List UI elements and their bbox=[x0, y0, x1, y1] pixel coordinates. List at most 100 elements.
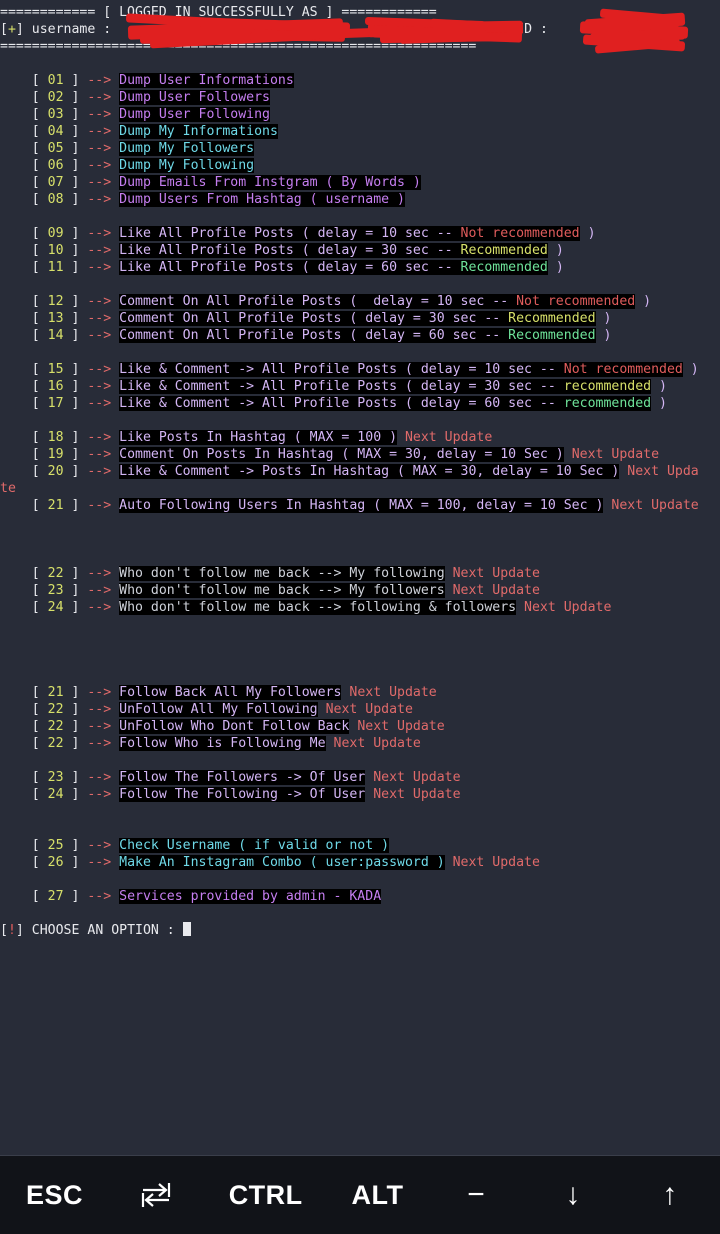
menu-item[interactable]: [ 22 ] --> Who don't follow me back --> … bbox=[0, 565, 720, 582]
menu-item-number: 23 bbox=[47, 583, 64, 598]
menu-bracket-open: [ bbox=[0, 192, 48, 207]
menu-item[interactable]: [ 21 ] --> Auto Following Users In Hasht… bbox=[0, 497, 720, 514]
menu-arrow-icon: --> bbox=[87, 107, 120, 122]
menu-item[interactable]: [ 03 ] --> Dump User Following bbox=[0, 106, 720, 123]
menu-item[interactable]: [ 20 ] --> Like & Comment -> Posts In Ha… bbox=[0, 463, 720, 480]
redaction-stroke bbox=[399, 32, 511, 44]
menu-item[interactable]: [ 26 ] --> Make An Instagram Combo ( use… bbox=[0, 854, 720, 871]
menu-item-next-update-badge: Next Update bbox=[341, 685, 437, 700]
key-label: − bbox=[467, 1178, 486, 1211]
menu-item-label: Comment On All Profile Posts ( delay = 6… bbox=[119, 328, 509, 343]
menu-bracket-open: [ bbox=[0, 447, 48, 462]
menu-bracket-close: ] bbox=[63, 124, 88, 139]
menu-item-recommendation-tag: Not recommended bbox=[460, 226, 580, 241]
redaction-stroke bbox=[249, 27, 381, 42]
menu-item-number: 01 bbox=[47, 73, 64, 88]
menu-item-wrap-text: te bbox=[0, 481, 16, 496]
menu-arrow-icon: --> bbox=[87, 600, 120, 615]
choose-option-prompt[interactable]: [!] CHOOSE AN OPTION : bbox=[0, 922, 720, 939]
menu-item[interactable]: [ 22 ] --> UnFollow All My Following Nex… bbox=[0, 701, 720, 718]
redaction-stroke bbox=[609, 16, 681, 34]
menu-item-number: 15 bbox=[47, 362, 64, 377]
redaction-stroke bbox=[125, 13, 307, 32]
menu-arrow-icon: --> bbox=[87, 719, 120, 734]
menu-item-next-update-badge: Next Update bbox=[365, 787, 461, 802]
menu-item[interactable]: [ 16 ] --> Like & Comment -> All Profile… bbox=[0, 378, 720, 395]
menu-bracket-open: [ bbox=[0, 855, 48, 870]
menu-item-number: 03 bbox=[47, 107, 64, 122]
menu-item[interactable]: [ 06 ] --> Dump My Following bbox=[0, 157, 720, 174]
menu-item[interactable]: [ 19 ] --> Comment On Posts In Hashtag (… bbox=[0, 446, 720, 463]
menu-item[interactable]: [ 18 ] --> Like Posts In Hashtag ( MAX =… bbox=[0, 429, 720, 446]
menu-item-number: 24 bbox=[47, 787, 64, 802]
menu-item[interactable]: [ 11 ] --> Like All Profile Posts ( dela… bbox=[0, 259, 720, 276]
menu-item-label-suffix: ) bbox=[595, 311, 612, 326]
menu-item[interactable]: [ 01 ] --> Dump User Informations bbox=[0, 72, 720, 89]
menu-item[interactable]: [ 25 ] --> Check Username ( if valid or … bbox=[0, 837, 720, 854]
menu-bracket-close: ] bbox=[63, 243, 88, 258]
menu-item[interactable]: [ 23 ] --> Follow The Followers -> Of Us… bbox=[0, 769, 720, 786]
menu-item-label: Like & Comment -> All Profile Posts ( de… bbox=[119, 396, 564, 411]
menu-item-number: 25 bbox=[47, 838, 64, 853]
tab-key-icon[interactable] bbox=[132, 1165, 180, 1225]
menu-item[interactable]: [ 07 ] --> Dump Emails From Instgram ( B… bbox=[0, 174, 720, 191]
menu-arrow-icon: --> bbox=[87, 838, 120, 853]
menu-bracket-close: ] bbox=[63, 379, 88, 394]
menu-item[interactable]: [ 23 ] --> Who don't follow me back --> … bbox=[0, 582, 720, 599]
menu-item-label: Like & Comment -> All Profile Posts ( de… bbox=[119, 362, 564, 377]
menu-bracket-close: ] bbox=[63, 226, 88, 241]
redaction-stroke bbox=[429, 18, 521, 33]
menu-bracket-open: [ bbox=[0, 396, 48, 411]
menu-item[interactable]: [ 12 ] --> Comment On All Profile Posts … bbox=[0, 293, 720, 310]
menu-bracket-open: [ bbox=[0, 328, 48, 343]
redaction-stroke bbox=[582, 34, 686, 52]
menu-item[interactable]: [ 10 ] --> Like All Profile Posts ( dela… bbox=[0, 242, 720, 259]
key-label: ALT bbox=[351, 1179, 404, 1210]
menu-item[interactable]: [ 09 ] --> Like All Profile Posts ( dela… bbox=[0, 225, 720, 242]
esc-key[interactable]: ESC bbox=[26, 1165, 83, 1225]
arrow-up-icon[interactable]: ↑ bbox=[646, 1165, 694, 1225]
menu-arrow-icon: --> bbox=[87, 685, 120, 700]
menu-item-number: 22 bbox=[47, 736, 64, 751]
menu-bracket-close: ] bbox=[63, 600, 88, 615]
menu-bracket-close: ] bbox=[63, 498, 88, 513]
alt-key[interactable]: ALT bbox=[352, 1165, 404, 1225]
menu-item-label: Comment On All Profile Posts ( delay = 3… bbox=[119, 311, 509, 326]
menu-item-label: Dump User Informations bbox=[119, 73, 294, 88]
menu-item[interactable]: [ 22 ] --> UnFollow Who Dont Follow Back… bbox=[0, 718, 720, 735]
menu-bracket-close: ] bbox=[63, 838, 88, 853]
menu-bracket-close: ] bbox=[63, 430, 88, 445]
menu-item[interactable]: [ 17 ] --> Like & Comment -> All Profile… bbox=[0, 395, 720, 412]
redaction-stroke bbox=[594, 38, 681, 54]
terminal-output-area[interactable]: ============ [ LOGGED IN SUCCESSFULLY AS… bbox=[0, 0, 720, 1155]
menu-item-recommendation-tag: recommended bbox=[563, 379, 652, 394]
menu-arrow-icon: --> bbox=[87, 192, 120, 207]
menu-item[interactable]: [ 02 ] --> Dump User Followers bbox=[0, 89, 720, 106]
prompt-bracket-open: [ bbox=[0, 923, 8, 938]
redaction-stroke bbox=[371, 25, 523, 43]
menu-item[interactable]: [ 08 ] --> Dump Users From Hashtag ( use… bbox=[0, 191, 720, 208]
menu-item-next-update-badge: Next Update bbox=[397, 430, 493, 445]
menu-item[interactable]: [ 27 ] --> Services provided by admin - … bbox=[0, 888, 720, 905]
arrow-down-icon[interactable]: ↓ bbox=[549, 1165, 597, 1225]
menu-bracket-open: [ bbox=[0, 158, 48, 173]
ctrl-key[interactable]: CTRL bbox=[229, 1165, 303, 1225]
menu-item[interactable]: [ 24 ] --> Follow The Following -> Of Us… bbox=[0, 786, 720, 803]
menu-bracket-close: ] bbox=[63, 141, 88, 156]
redaction-stroke bbox=[139, 31, 341, 44]
menu-arrow-icon: --> bbox=[87, 328, 120, 343]
menu-item[interactable]: [ 04 ] --> Dump My Informations bbox=[0, 123, 720, 140]
menu-item[interactable]: [ 24 ] --> Who don't follow me back --> … bbox=[0, 599, 720, 616]
menu-item[interactable]: [ 21 ] --> Follow Back All My Followers … bbox=[0, 684, 720, 701]
minus-key[interactable]: − bbox=[452, 1165, 500, 1225]
menu-bracket-open: [ bbox=[0, 685, 48, 700]
menu-item[interactable]: [ 13 ] --> Comment On All Profile Posts … bbox=[0, 310, 720, 327]
menu-item[interactable]: [ 15 ] --> Like & Comment -> All Profile… bbox=[0, 361, 720, 378]
menu-arrow-icon: --> bbox=[87, 124, 120, 139]
menu-item[interactable]: [ 14 ] --> Comment On All Profile Posts … bbox=[0, 327, 720, 344]
menu-item-label-suffix: ) bbox=[651, 379, 667, 394]
menu-item[interactable]: [ 05 ] --> Dump My Followers bbox=[0, 140, 720, 157]
virtual-keyboard-bar[interactable]: ESC CTRL ALT − ↓ ↑ bbox=[0, 1155, 720, 1234]
menu-item[interactable]: [ 22 ] --> Follow Who is Following Me Ne… bbox=[0, 735, 720, 752]
